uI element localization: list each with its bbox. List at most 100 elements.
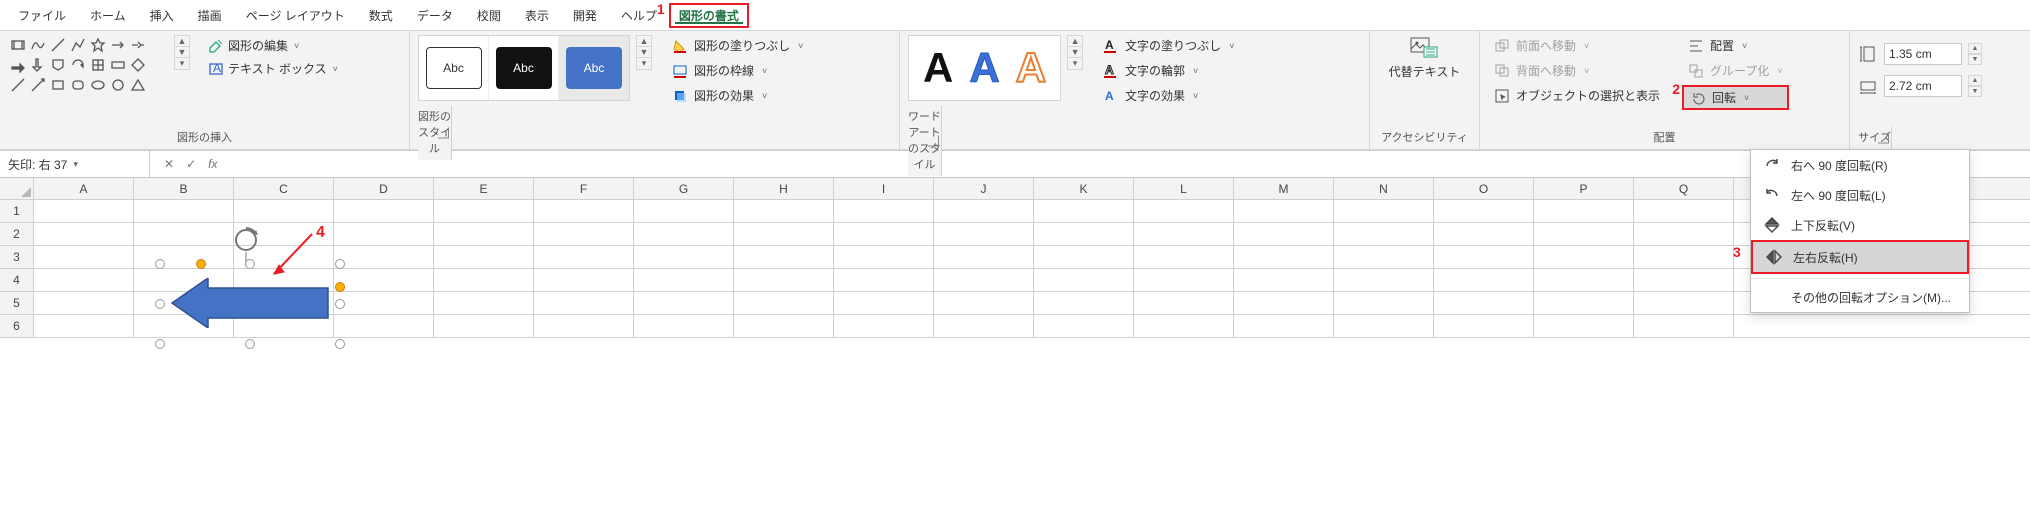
cell-G5[interactable] xyxy=(634,292,734,314)
cell-I5[interactable] xyxy=(834,292,934,314)
selection-pane-button[interactable]: オブジェクトの選択と表示 xyxy=(1488,85,1666,106)
width-spinner[interactable]: ▲▼ xyxy=(1968,75,1982,97)
cell-C1[interactable] xyxy=(234,200,334,222)
cell-G2[interactable] xyxy=(634,223,734,245)
cancel-icon[interactable]: ✕ xyxy=(164,157,174,171)
cell-N2[interactable] xyxy=(1334,223,1434,245)
tab-page-layout[interactable]: ページ レイアウト xyxy=(234,1,357,30)
col-header-D[interactable]: D xyxy=(334,178,434,199)
cell-G4[interactable] xyxy=(634,269,734,291)
wordart-gallery-scroll[interactable]: ▲▼▾ xyxy=(1067,35,1083,70)
cell-M4[interactable] xyxy=(1234,269,1334,291)
cell-I2[interactable] xyxy=(834,223,934,245)
shape-style-gallery[interactable]: Abc Abc Abc xyxy=(418,35,630,101)
cell-H2[interactable] xyxy=(734,223,834,245)
text-box-button[interactable]: A テキスト ボックス˅ xyxy=(204,58,342,79)
cell-F1[interactable] xyxy=(534,200,634,222)
text-fill-button[interactable]: A 文字の塗りつぶし˅ xyxy=(1097,35,1240,56)
cell-M1[interactable] xyxy=(1234,200,1334,222)
cell-F3[interactable] xyxy=(534,246,634,268)
cell-J1[interactable] xyxy=(934,200,1034,222)
row-header-5[interactable]: 5 xyxy=(0,292,34,314)
cell-E4[interactable] xyxy=(434,269,534,291)
select-all-corner[interactable] xyxy=(0,178,34,199)
rotate-button[interactable]: 回転˅ xyxy=(1682,85,1789,110)
more-rotation-options[interactable]: その他の回転オプション(M)... xyxy=(1751,283,1969,312)
cell-G3[interactable] xyxy=(634,246,734,268)
wordart-gallery[interactable]: A A A xyxy=(908,35,1061,101)
col-header-I[interactable]: I xyxy=(834,178,934,199)
cell-J6[interactable] xyxy=(934,315,1034,337)
cell-L1[interactable] xyxy=(1134,200,1234,222)
cell-N5[interactable] xyxy=(1334,292,1434,314)
cell-D1[interactable] xyxy=(334,200,434,222)
cell-H6[interactable] xyxy=(734,315,834,337)
style-gallery-scroll[interactable]: ▲▼▾ xyxy=(636,35,652,70)
col-header-G[interactable]: G xyxy=(634,178,734,199)
shape-fill-button[interactable]: 図形の塗りつぶし˅ xyxy=(666,35,809,56)
text-outline-button[interactable]: A 文字の輪郭˅ xyxy=(1097,60,1240,81)
cell-J4[interactable] xyxy=(934,269,1034,291)
cell-O4[interactable] xyxy=(1434,269,1534,291)
cell-A2[interactable] xyxy=(34,223,134,245)
cell-F2[interactable] xyxy=(534,223,634,245)
col-header-K[interactable]: K xyxy=(1034,178,1134,199)
tab-file[interactable]: ファイル xyxy=(6,1,78,30)
cell-I4[interactable] xyxy=(834,269,934,291)
cell-Q1[interactable] xyxy=(1634,200,1734,222)
cell-A1[interactable] xyxy=(34,200,134,222)
cell-F5[interactable] xyxy=(534,292,634,314)
gallery-scroll[interactable]: ▲▼▾ xyxy=(174,35,190,70)
col-header-O[interactable]: O xyxy=(1434,178,1534,199)
cell-L6[interactable] xyxy=(1134,315,1234,337)
cell-P1[interactable] xyxy=(1534,200,1634,222)
cell-N1[interactable] xyxy=(1334,200,1434,222)
cell-M6[interactable] xyxy=(1234,315,1334,337)
cell-A4[interactable] xyxy=(34,269,134,291)
col-header-A[interactable]: A xyxy=(34,178,134,199)
text-effects-button[interactable]: A 文字の効果˅ xyxy=(1097,85,1240,106)
cell-E5[interactable] xyxy=(434,292,534,314)
cell-G6[interactable] xyxy=(634,315,734,337)
group-button[interactable]: グループ化˅ xyxy=(1682,60,1789,81)
cell-K6[interactable] xyxy=(1034,315,1134,337)
col-header-C[interactable]: C xyxy=(234,178,334,199)
tab-formulas[interactable]: 数式 xyxy=(357,1,405,30)
tab-developer[interactable]: 開発 xyxy=(561,1,609,30)
bring-forward-button[interactable]: 前面へ移動˅ xyxy=(1488,35,1666,56)
cell-M5[interactable] xyxy=(1234,292,1334,314)
cell-Q5[interactable] xyxy=(1634,292,1734,314)
row-header-4[interactable]: 4 xyxy=(0,269,34,291)
cell-P3[interactable] xyxy=(1534,246,1634,268)
shape-gallery[interactable] xyxy=(8,35,168,95)
align-button[interactable]: 配置˅ xyxy=(1682,35,1789,56)
row-header-3[interactable]: 3 xyxy=(0,246,34,268)
cell-I6[interactable] xyxy=(834,315,934,337)
cell-E3[interactable] xyxy=(434,246,534,268)
cell-Q3[interactable] xyxy=(1634,246,1734,268)
cell-I1[interactable] xyxy=(834,200,934,222)
cell-N3[interactable] xyxy=(1334,246,1434,268)
row-header-6[interactable]: 6 xyxy=(0,315,34,337)
cell-O6[interactable] xyxy=(1434,315,1534,337)
flip-horizontal[interactable]: 左右反転(H) xyxy=(1751,240,1969,274)
cell-N6[interactable] xyxy=(1334,315,1434,337)
col-header-J[interactable]: J xyxy=(934,178,1034,199)
name-box[interactable]: 矢印: 右 37 ▾ xyxy=(0,151,150,177)
shape-effects-button[interactable]: 図形の効果˅ xyxy=(666,85,809,106)
cell-G1[interactable] xyxy=(634,200,734,222)
cell-O5[interactable] xyxy=(1434,292,1534,314)
cell-L3[interactable] xyxy=(1134,246,1234,268)
cell-P4[interactable] xyxy=(1534,269,1634,291)
cell-H4[interactable] xyxy=(734,269,834,291)
flip-vertical[interactable]: 上下反転(V) xyxy=(1751,210,1969,240)
cell-P6[interactable] xyxy=(1534,315,1634,337)
cell-H5[interactable] xyxy=(734,292,834,314)
cell-P2[interactable] xyxy=(1534,223,1634,245)
cell-E6[interactable] xyxy=(434,315,534,337)
col-header-L[interactable]: L xyxy=(1134,178,1234,199)
cell-B1[interactable] xyxy=(134,200,234,222)
cell-F6[interactable] xyxy=(534,315,634,337)
cell-O1[interactable] xyxy=(1434,200,1534,222)
cell-N4[interactable] xyxy=(1334,269,1434,291)
